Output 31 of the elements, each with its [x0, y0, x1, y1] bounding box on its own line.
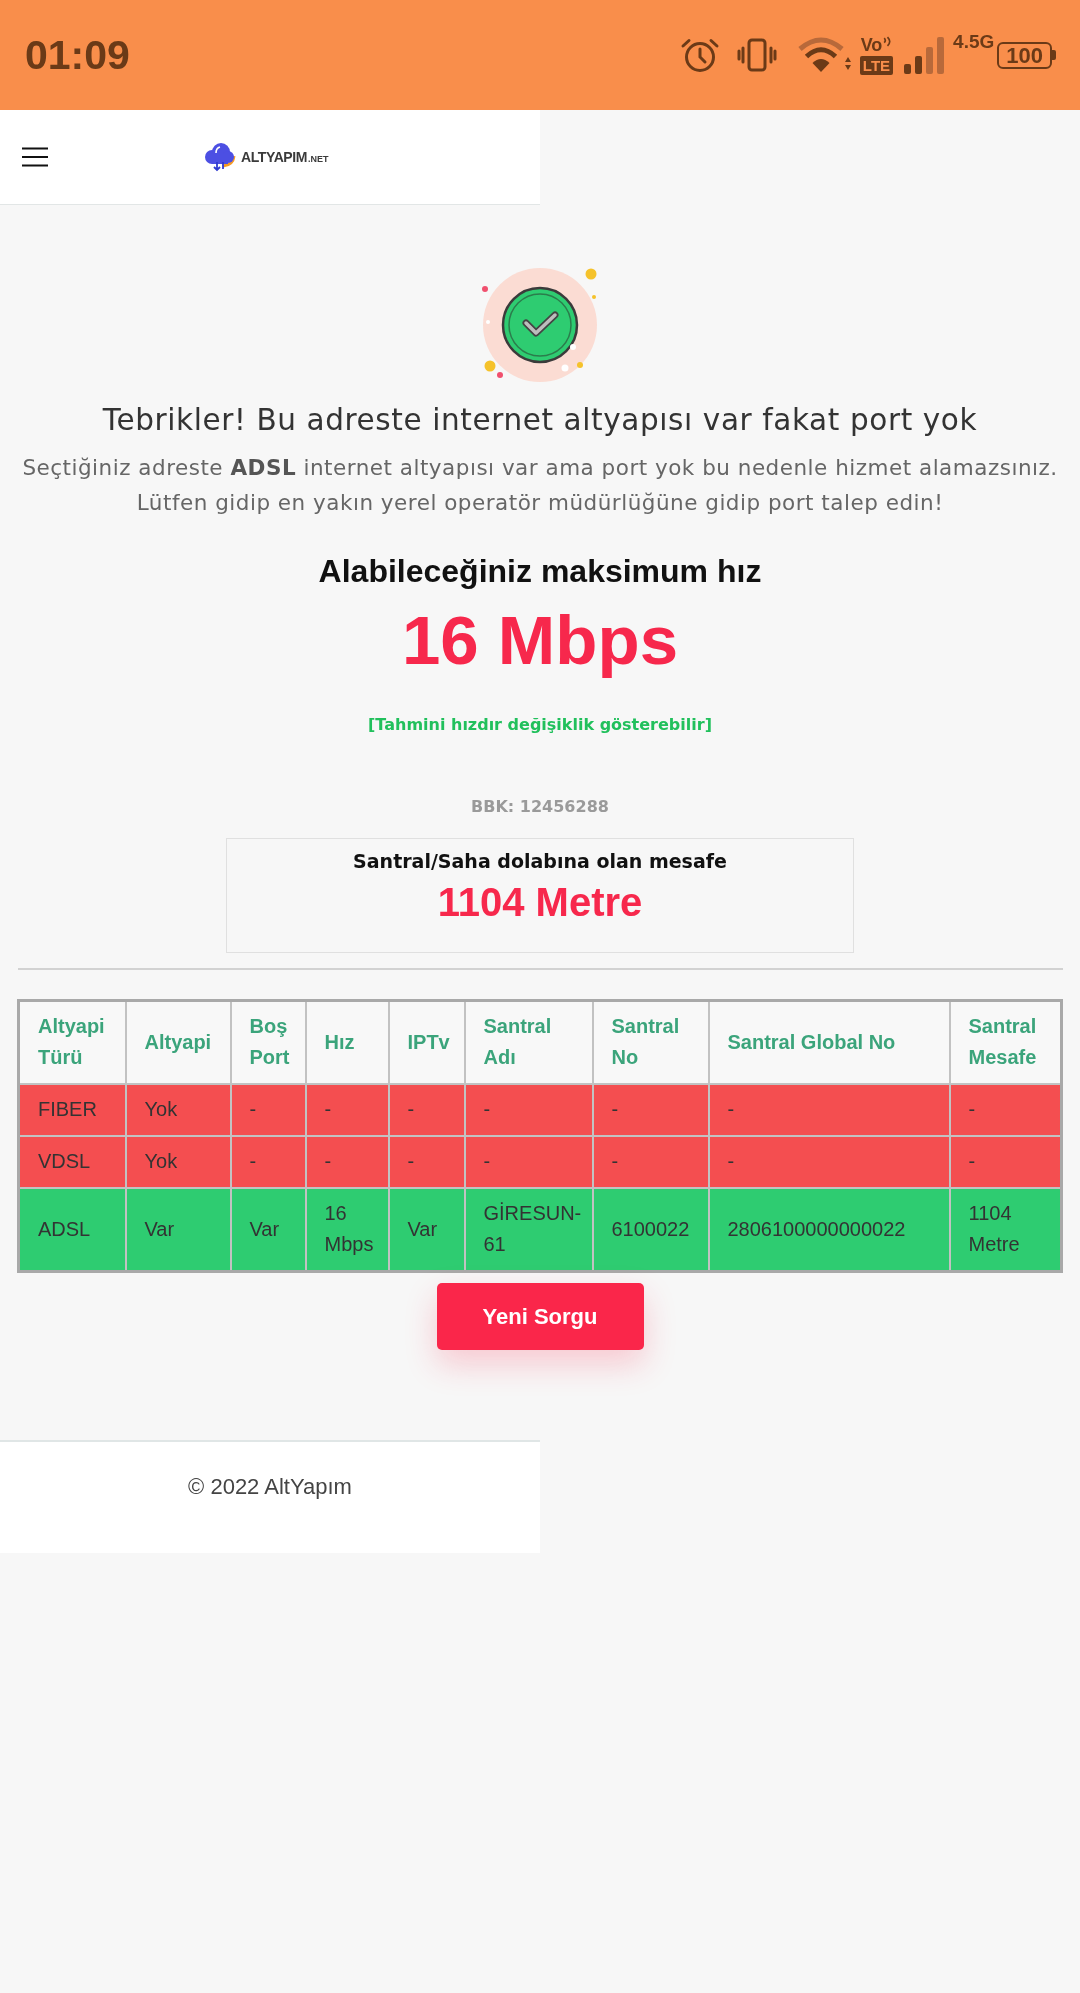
clock-time: 01:09 [25, 31, 130, 80]
column-header: Hız [305, 1000, 389, 1084]
column-header: IPTv [388, 1000, 465, 1084]
column-header: Altyapi [125, 1000, 231, 1084]
distance-value: 1104 Metre [437, 880, 643, 924]
wifi-icon [796, 36, 851, 74]
bbk-number: BBK: 12456288 [471, 797, 609, 817]
menu-icon[interactable] [22, 147, 48, 167]
cloud-icon [203, 142, 237, 172]
logo-link[interactable]: ALTYAPIM.NET [203, 142, 329, 172]
network-type-label: 4.5G [953, 32, 995, 52]
result-title: Tebrikler! Bu adreste internet altyapısı var fakat port yok [102, 402, 978, 438]
lte-badge: LTE [859, 55, 894, 75]
column-header: Altyapi Türü [18, 1000, 126, 1084]
copyright-text: © 2022 AltYapım [188, 1473, 352, 1501]
column-header: Santral Mesafe [949, 1000, 1062, 1084]
column-header: Santral Adı [464, 1000, 593, 1084]
distance-label: Santral/Saha dolabına olan mesafe [353, 849, 727, 874]
volte-label: Vo [860, 35, 883, 54]
speed-label: Alabileceğiniz maksimum hız [318, 552, 762, 590]
estimate-note: [Tahmini hızdır değişiklik gösterebilir] [368, 715, 712, 735]
alarm-clock-icon [679, 37, 720, 73]
speed-value: 16 Mbps [401, 601, 679, 681]
column-header: Santral Global No [708, 1000, 950, 1084]
column-header: Santral No [592, 1000, 709, 1084]
waves-icon [883, 35, 893, 47]
result-message: Seçtiğiniz adreste ADSL internet altyapısı var ama port yok bu nedenle hizmet alamazsınız. Lütfen gidip en yakın yerel operatör müdürlüğüne gidip port talep edin! [21, 454, 1059, 517]
column-header: Boş Port [230, 1000, 306, 1084]
battery-indicator: 100 [997, 41, 1056, 69]
vibrate-icon [736, 38, 777, 72]
new-query-button[interactable]: Yeni Sorgu [436, 1283, 644, 1350]
